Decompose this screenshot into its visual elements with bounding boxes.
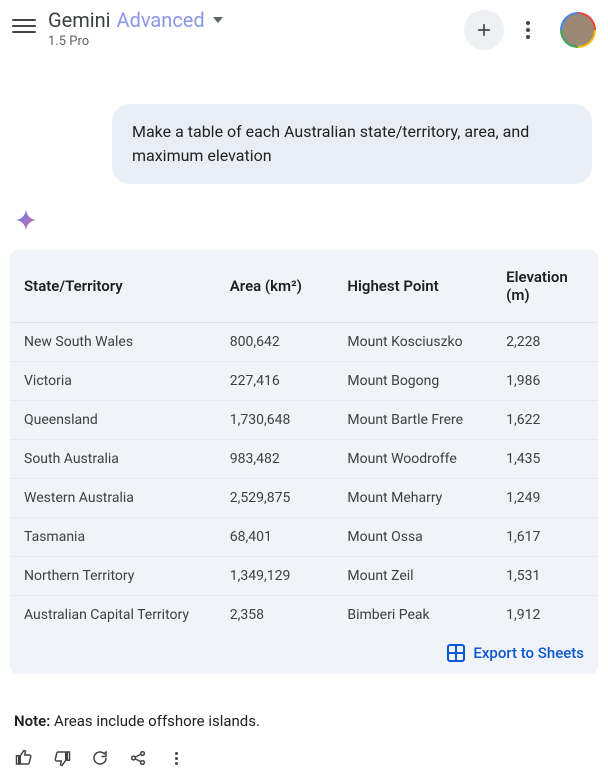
menu-icon[interactable]	[12, 14, 36, 38]
header-actions	[464, 10, 596, 50]
share-button[interactable]	[128, 748, 148, 768]
model-selector[interactable]: Gemini Advanced	[48, 8, 223, 32]
table-cell: Northern Territory	[10, 557, 216, 596]
table-header: State/Territory	[10, 250, 216, 323]
gemini-spark-icon	[12, 206, 40, 234]
table-cell: 2,358	[216, 596, 334, 635]
table-cell: Mount Ossa	[333, 518, 492, 557]
table-row: New South Wales800,642Mount Kosciuszko2,…	[10, 323, 598, 362]
thumbs-down-button[interactable]	[52, 748, 72, 768]
table-cell: Mount Kosciuszko	[333, 323, 492, 362]
table-cell: 1,617	[492, 518, 598, 557]
export-to-sheets-button[interactable]: Export to Sheets	[10, 634, 598, 664]
table-cell: Mount Bogong	[333, 362, 492, 401]
table-row: Australian Capital Territory2,358Bimberi…	[10, 596, 598, 635]
table-cell: 983,482	[216, 440, 334, 479]
table-cell: New South Wales	[10, 323, 216, 362]
user-avatar[interactable]	[560, 12, 596, 48]
data-table: State/Territory Area (km²) Highest Point…	[10, 250, 598, 634]
table-cell: Mount Meharry	[333, 479, 492, 518]
app-header: Gemini Advanced 1.5 Pro	[0, 0, 608, 54]
regenerate-button[interactable]	[90, 748, 110, 768]
dots-vertical-icon	[526, 21, 530, 39]
table-row: Northern Territory1,349,129Mount Zeil1,5…	[10, 557, 598, 596]
plus-icon	[474, 20, 494, 40]
response-note: Note: Areas include offshore islands.	[14, 712, 594, 730]
table-cell: 1,622	[492, 401, 598, 440]
table-cell: 1,249	[492, 479, 598, 518]
app-title: Gemini	[48, 8, 111, 32]
table-row: Western Australia2,529,875Mount Meharry1…	[10, 479, 598, 518]
response-table-card: State/Territory Area (km²) Highest Point…	[10, 250, 598, 674]
dots-vertical-icon	[175, 752, 178, 765]
table-cell: 1,531	[492, 557, 598, 596]
table-cell: 2,228	[492, 323, 598, 362]
table-row: Victoria227,416Mount Bogong1,986	[10, 362, 598, 401]
app-title-accent: Advanced	[117, 8, 205, 32]
export-label: Export to Sheets	[473, 644, 584, 662]
table-cell: 68,401	[216, 518, 334, 557]
more-actions-button[interactable]	[166, 748, 186, 768]
note-label: Note:	[14, 712, 50, 730]
table-header: Highest Point	[333, 250, 492, 323]
table-cell: Mount Zeil	[333, 557, 492, 596]
table-cell: Queensland	[10, 401, 216, 440]
chevron-down-icon	[213, 17, 223, 23]
table-header: Elevation (m)	[492, 250, 598, 323]
table-header: Area (km²)	[216, 250, 334, 323]
table-cell: 1,730,648	[216, 401, 334, 440]
table-cell: South Australia	[10, 440, 216, 479]
user-prompt: Make a table of each Australian state/te…	[112, 104, 592, 184]
table-cell: Tasmania	[10, 518, 216, 557]
thumbs-up-button[interactable]	[14, 748, 34, 768]
table-cell: Australian Capital Territory	[10, 596, 216, 635]
more-options-button[interactable]	[508, 10, 548, 50]
new-chat-button[interactable]	[464, 10, 504, 50]
table-cell: 1,986	[492, 362, 598, 401]
table-cell: 800,642	[216, 323, 334, 362]
sheets-icon	[447, 644, 465, 662]
table-row: South Australia983,482Mount Woodroffe1,4…	[10, 440, 598, 479]
table-cell: 1,349,129	[216, 557, 334, 596]
table-cell: Victoria	[10, 362, 216, 401]
response-actions	[14, 748, 608, 768]
table-row: Tasmania68,401Mount Ossa1,617	[10, 518, 598, 557]
table-cell: 2,529,875	[216, 479, 334, 518]
table-header-row: State/Territory Area (km²) Highest Point…	[10, 250, 598, 323]
note-text: Areas include offshore islands.	[50, 712, 260, 730]
model-subtitle: 1.5 Pro	[48, 34, 223, 49]
table-cell: 1,435	[492, 440, 598, 479]
table-cell: Mount Bartle Frere	[333, 401, 492, 440]
table-cell: Western Australia	[10, 479, 216, 518]
table-cell: 227,416	[216, 362, 334, 401]
table-row: Queensland1,730,648Mount Bartle Frere1,6…	[10, 401, 598, 440]
table-cell: Mount Woodroffe	[333, 440, 492, 479]
title-block: Gemini Advanced 1.5 Pro	[48, 8, 223, 49]
table-cell: Bimberi Peak	[333, 596, 492, 635]
table-cell: 1,912	[492, 596, 598, 635]
